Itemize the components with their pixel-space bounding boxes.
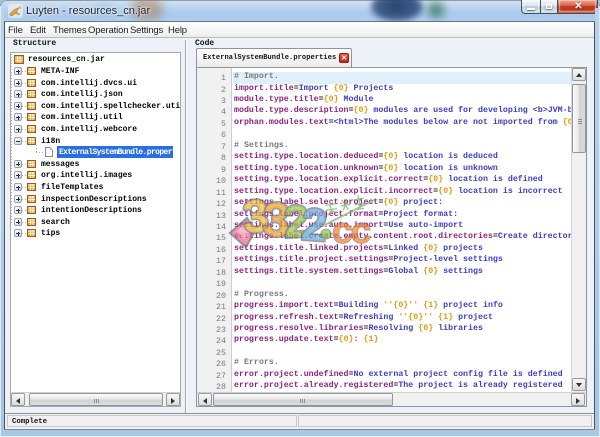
svg-text:cc: cc [332, 210, 371, 251]
